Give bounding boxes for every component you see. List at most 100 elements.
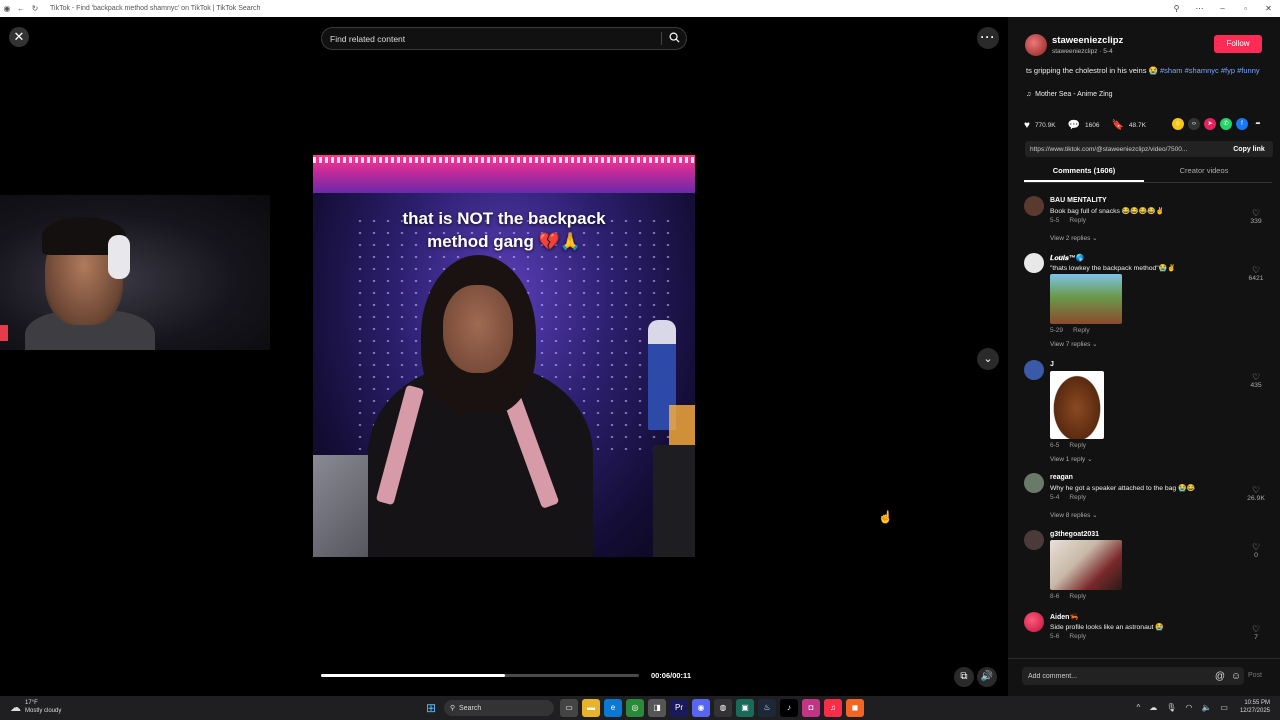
taskbar-clock[interactable]: 10:55 PM 12/27/2025	[1240, 699, 1270, 715]
commenter-name[interactable]: Aiden🦐	[1050, 613, 1078, 621]
description-hashtags[interactable]: #sham #shamnyc #fyp #funny	[1160, 66, 1260, 75]
next-video-chevron-down-icon[interactable]: ⌄	[977, 348, 999, 370]
close-window-button[interactable]: ✕	[1257, 4, 1280, 13]
like-action[interactable]: ♥ 770.9K	[1024, 120, 1056, 131]
instagram-icon[interactable]: ◘	[802, 699, 820, 717]
share-arrow-icon[interactable]: ➦	[1252, 118, 1264, 130]
follow-button[interactable]: Follow	[1214, 35, 1262, 53]
reload-icon[interactable]: ↻	[28, 4, 42, 13]
speaker-icon[interactable]: 🔈	[1201, 703, 1211, 712]
commenter-avatar[interactable]	[1024, 530, 1044, 550]
author-avatar[interactable]	[1025, 34, 1047, 56]
comment-image[interactable]	[1050, 371, 1104, 439]
tab-comments[interactable]: Comments (1606)	[1024, 163, 1144, 182]
close-video-button[interactable]: ✕	[9, 27, 29, 47]
minimize-button[interactable]: –	[1211, 4, 1234, 13]
commenter-name[interactable]: BAU MENTALITY	[1050, 197, 1107, 204]
comment-like[interactable]: ♡ 7	[1246, 624, 1266, 641]
comment-like[interactable]: ♡ 435	[1246, 372, 1266, 389]
reply-button[interactable]: Reply	[1069, 442, 1086, 449]
view-replies-button[interactable]: View 7 replies ⌄	[1050, 340, 1098, 348]
store-icon[interactable]: ◨	[648, 699, 666, 717]
commenter-avatar[interactable]	[1024, 612, 1044, 632]
reply-button[interactable]: Reply	[1069, 633, 1086, 640]
commenter-avatar[interactable]	[1024, 360, 1044, 380]
weather-widget[interactable]: ☁ 17°F Mostly cloudy	[10, 699, 61, 715]
view-replies-button[interactable]: View 8 replies ⌄	[1050, 511, 1098, 519]
whatsapp-icon[interactable]: ✆	[1220, 118, 1232, 130]
wifi-icon[interactable]: ◠	[1185, 703, 1192, 712]
edge-icon[interactable]: e	[604, 699, 622, 717]
comment-input[interactable]	[1022, 672, 1212, 680]
related-search-bar[interactable]	[321, 27, 687, 50]
comment-image[interactable]	[1050, 274, 1122, 324]
music-app-icon[interactable]: ♫	[824, 699, 842, 717]
battery-icon[interactable]: ▭	[1220, 703, 1228, 712]
comment-list[interactable]: BAU MENTALITY Book bag full of snacks 😂😂…	[1008, 187, 1280, 657]
back-icon[interactable]: ←	[14, 4, 28, 13]
floating-player-icon[interactable]: ⧉	[954, 667, 974, 687]
comment-input-box[interactable]: @ ☺	[1022, 667, 1244, 685]
obs-icon[interactable]: ◍	[714, 699, 732, 717]
comment-image[interactable]	[1050, 540, 1122, 590]
embed-icon[interactable]: ‹›	[1188, 118, 1200, 130]
emoji-icon[interactable]: ☺	[1228, 671, 1244, 682]
author-name[interactable]: staweeniezclipz	[1052, 35, 1123, 46]
task-view-icon[interactable]: ▭	[560, 699, 578, 717]
facebook-icon[interactable]: f	[1236, 118, 1248, 130]
heart-outline-icon: ♡	[1251, 265, 1261, 275]
maximize-button[interactable]: ▫	[1234, 4, 1257, 13]
music-track[interactable]: ♫ Mother Sea - Anime Zing	[1026, 91, 1113, 98]
copy-link-button[interactable]: Copy link	[1225, 146, 1273, 153]
comment-action[interactable]: 💬 1606	[1068, 120, 1100, 131]
reply-button[interactable]: Reply	[1069, 217, 1086, 224]
send-to-friends-icon[interactable]: ➤	[1204, 118, 1216, 130]
chrome-icon[interactable]: ◎	[626, 699, 644, 717]
view-replies-button[interactable]: View 2 replies ⌄	[1050, 234, 1098, 242]
commenter-avatar[interactable]	[1024, 473, 1044, 493]
app-orange-icon[interactable]: ◼	[846, 699, 864, 717]
extensions-icon[interactable]: ⚲	[1165, 4, 1188, 13]
reply-button[interactable]: Reply	[1073, 327, 1090, 334]
video-progress-bar[interactable]	[321, 674, 639, 677]
file-explorer-icon[interactable]: ▬	[582, 699, 600, 717]
video-caption-line: that is NOT the backpack	[402, 209, 606, 228]
view-replies-button[interactable]: View 1 reply ⌄	[1050, 455, 1093, 463]
premiere-icon[interactable]: Pr	[670, 699, 688, 717]
mention-icon[interactable]: @	[1212, 671, 1228, 682]
commenter-name[interactable]: reagan	[1050, 474, 1073, 481]
reply-button[interactable]: Reply	[1069, 593, 1086, 600]
steam-icon[interactable]: ♨	[758, 699, 776, 717]
comment-like[interactable]: ♡ 339	[1246, 208, 1266, 225]
discord-icon[interactable]: ◉	[692, 699, 710, 717]
volume-icon[interactable]: 🔊	[977, 667, 997, 687]
windows-start-icon[interactable]: ⊞	[422, 699, 440, 717]
commenter-name[interactable]: 𝑳𝒐𝒖𝒊𝒔™🌎	[1050, 254, 1085, 263]
tab-creator-videos[interactable]: Creator videos	[1144, 163, 1264, 182]
more-options-icon[interactable]: ···	[977, 27, 999, 49]
search-icon[interactable]	[662, 30, 686, 48]
menu-icon[interactable]: ⋯	[1188, 4, 1211, 13]
onedrive-icon[interactable]: ☁	[1149, 703, 1157, 712]
tiktok-icon[interactable]: ♪	[780, 699, 798, 717]
chevron-up-icon[interactable]: ^	[1137, 703, 1141, 712]
post-button[interactable]: Post	[1248, 672, 1262, 679]
commenter-name[interactable]: J	[1050, 361, 1054, 368]
microphone-icon[interactable]: 🎙	[1166, 703, 1176, 712]
save-action[interactable]: 🔖 48.7K	[1111, 120, 1145, 131]
heart-outline-icon: ♡	[1251, 485, 1261, 495]
app-icon[interactable]: ▣	[736, 699, 754, 717]
reply-button[interactable]: Reply	[1069, 494, 1086, 501]
comment-like[interactable]: ♡ 0	[1246, 542, 1266, 559]
comment-like[interactable]: ♡ 26.9K	[1246, 485, 1266, 502]
comment-like-count: 435	[1250, 382, 1262, 389]
commenter-avatar[interactable]	[1024, 196, 1044, 216]
browser-titlebar: ◉ ← ↻ TikTok - Find 'backpack method sha…	[0, 0, 1280, 17]
commenter-avatar[interactable]	[1024, 253, 1044, 273]
comment-like[interactable]: ♡ 6421	[1246, 265, 1266, 282]
related-search-input[interactable]	[322, 33, 661, 44]
taskbar-search[interactable]: ⚲ Search	[444, 700, 554, 716]
commenter-name[interactable]: g3thegoat2031	[1050, 531, 1099, 538]
video-frame[interactable]: that is NOT the backpack method gang 💔🙏	[313, 155, 695, 557]
emoji-share-icon[interactable]: ☺	[1172, 118, 1184, 130]
